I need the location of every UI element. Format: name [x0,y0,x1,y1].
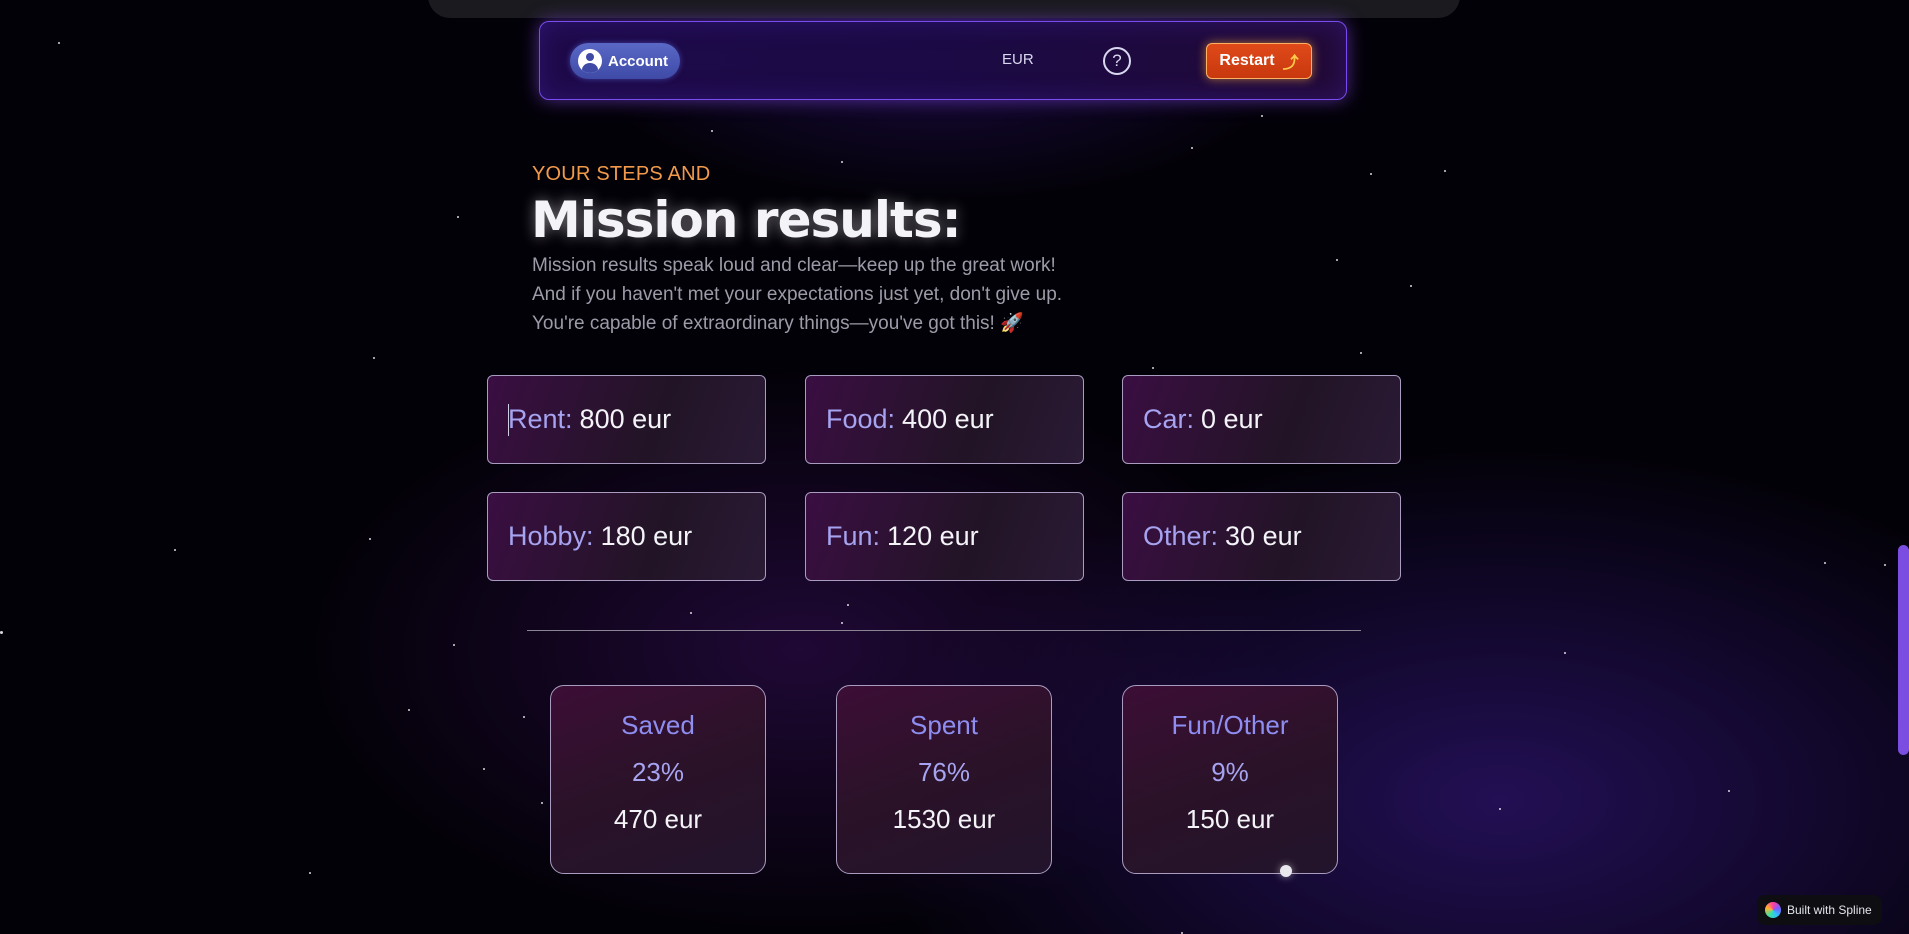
expense-label: Hobby: [508,521,594,551]
expense-label: Other: [1143,521,1219,551]
star [58,42,60,44]
question-circle-icon[interactable]: ? [1103,47,1131,75]
expense-label: Rent: [508,404,573,434]
scrollbar-thumb[interactable] [1898,545,1909,755]
summary-percent: 23% [631,757,685,787]
text-caret [508,404,509,436]
star [373,357,375,359]
star [0,631,3,634]
expense-value: 120 eur [887,521,979,551]
summary-amount: 150 eur [1185,804,1275,834]
intro-paragraph: Mission results speak loud and clear—kee… [532,251,1062,338]
star [690,612,692,614]
cursor-dot [1280,865,1292,877]
summary-percent: 76% [917,757,971,787]
built-with-spline-badge[interactable]: Built with Spline [1757,895,1882,925]
top-navbar: Account EUR ? Restart ⤴ [539,21,1347,100]
star [841,622,843,624]
summary-amount: 1530 eur [892,804,996,834]
summary-title: Saved [621,710,695,740]
badge-label: Built with Spline [1787,903,1872,917]
summary-percent: 9% [1211,757,1249,787]
expense-card-hobby: Hobby: 180 eur [487,492,766,581]
page: Account EUR ? Restart ⤴ YOUR STEPS AND M… [0,0,1909,934]
star [847,604,849,606]
star [408,709,410,711]
page-title: Mission results: [531,191,962,249]
account-button[interactable]: Account [570,43,680,79]
restart-label: Restart [1219,52,1275,69]
star [453,644,455,646]
summary-card-spent: Spent 76% 1530 eur [836,685,1052,874]
expense-label: Fun: [826,521,881,551]
star [1728,790,1730,792]
section-divider [527,630,1361,631]
star [711,130,713,132]
summary-card-saved: Saved 23% 470 eur [550,685,766,874]
star [1370,173,1372,175]
star [523,716,525,718]
expense-label: Food: [826,404,896,434]
star [1152,367,1154,369]
star [541,802,543,804]
intro-line: And if you haven't met your expectations… [532,284,1063,305]
expense-value: 0 eur [1201,404,1263,434]
star [369,538,371,540]
star [1884,564,1886,566]
account-label: Account [608,52,668,70]
expense-card-food: Food: 400 eur [805,375,1084,464]
summary-title: Fun/Other [1171,710,1289,740]
expense-value: 400 eur [902,404,994,434]
summary-title: Spent [910,710,978,740]
summary-amount: 470 eur [613,804,703,834]
currency-selector[interactable]: EUR [1002,51,1034,68]
star [1261,115,1263,117]
expense-value: 30 eur [1225,521,1302,551]
intro-line: Mission results speak loud and clear—kee… [532,255,1056,276]
star [174,549,176,551]
star [1336,259,1338,261]
user-avatar-icon [578,49,602,73]
top-panel-edge [428,0,1460,18]
star [483,768,485,770]
star [309,872,311,874]
expense-card-fun: Fun: 120 eur [805,492,1084,581]
section-eyebrow: YOUR STEPS AND [532,163,711,185]
star [841,161,843,163]
star [1564,652,1566,654]
restart-button[interactable]: Restart ⤴ [1206,43,1312,79]
star [457,216,459,218]
expense-label: Car: [1143,404,1195,434]
star [1191,147,1193,149]
star [1444,170,1446,172]
rocket-icon: ⤴ [1282,55,1299,72]
star [1360,352,1362,354]
spline-logo-icon [1765,902,1781,918]
expense-value: 800 eur [579,404,672,434]
expense-card-car: Car: 0 eur [1122,375,1401,464]
star [1410,285,1412,287]
expense-value: 180 eur [600,521,693,551]
star [1824,562,1826,564]
summary-card-fun-other: Fun/Other 9% 150 eur [1122,685,1338,874]
expense-card-other: Other: 30 eur [1122,492,1401,581]
star [1499,808,1501,810]
expense-card-rent: Rent: 800 eur [487,375,766,464]
intro-line: You're capable of extraordinary things—y… [532,313,1024,334]
